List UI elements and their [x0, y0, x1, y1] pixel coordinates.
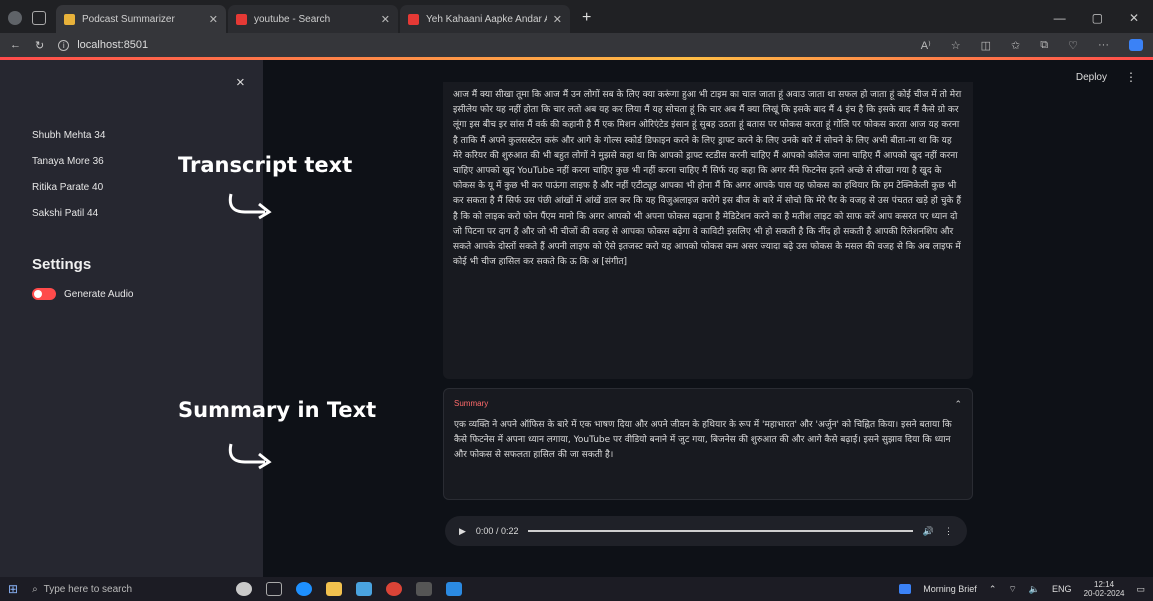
- tab-label: Podcast Summarizer: [82, 13, 175, 25]
- sidebar-item-tanaya: Tanaya More 36: [32, 156, 104, 167]
- play-icon[interactable]: ▶: [459, 526, 466, 537]
- close-sidebar-icon[interactable]: ×: [236, 74, 245, 91]
- chrome-icon[interactable]: [386, 582, 403, 596]
- search-icon: ⌕: [32, 583, 38, 595]
- maximize-icon[interactable]: ▢: [1092, 11, 1103, 25]
- lang-indicator[interactable]: ENG: [1052, 584, 1072, 594]
- edge-icon[interactable]: [296, 582, 313, 596]
- store-icon[interactable]: [356, 582, 373, 596]
- url-field[interactable]: i localhost:8501: [58, 39, 148, 51]
- sidebar: × Shubh Mehta 34 Tanaya More 36 Ritika P…: [0, 60, 263, 577]
- tab-label: Yeh Kahaani Aapke Andar Aag L...: [426, 13, 547, 25]
- url-text: localhost:8501: [77, 39, 149, 51]
- read-aloud-icon[interactable]: A⁾: [921, 39, 931, 52]
- youtube-favicon-icon: [408, 13, 419, 25]
- browser-profile-icon[interactable]: [8, 11, 22, 25]
- tab-podcast-summarizer[interactable]: Podcast Summarizer ✕: [56, 5, 226, 33]
- more-options-icon[interactable]: ···: [1098, 39, 1109, 52]
- browser-tab-strip: Podcast Summarizer ✕ youtube - Search ✕ …: [0, 0, 1153, 33]
- close-window-icon[interactable]: ✕: [1129, 11, 1139, 25]
- extensions-icon[interactable]: ♡: [1068, 39, 1078, 52]
- sidebar-item-shubh: Shubh Mehta 34: [32, 130, 106, 141]
- sidebar-item-ritika: Ritika Parate 40: [32, 182, 104, 193]
- clock-date: 20-02-2024: [1083, 589, 1125, 598]
- task-view-icon[interactable]: [266, 582, 283, 596]
- summary-heading: Summary: [454, 399, 489, 408]
- new-tab-button[interactable]: +: [572, 9, 601, 33]
- main-content: Deploy ⋮ आज मैं क्या सीखा तूमा कि आज मैं…: [263, 60, 1153, 577]
- close-tab-icon[interactable]: ✕: [381, 13, 390, 26]
- summary-text: एक व्यक्ति ने अपने ऑफिस के बारे में एक भ…: [454, 420, 952, 461]
- collapse-icon[interactable]: ⌃: [954, 399, 962, 410]
- deploy-button[interactable]: Deploy: [1076, 72, 1107, 83]
- youtube-favicon-icon: [236, 13, 247, 25]
- summary-arrow-icon: [228, 443, 272, 470]
- file-explorer-icon[interactable]: [326, 582, 343, 596]
- volume-icon[interactable]: 🔊: [923, 526, 934, 537]
- window-controls: — ▢ ✕: [1054, 11, 1153, 33]
- toolbar-icons: A⁾ ☆ ◫ ✩ ⧉ ♡ ···: [921, 38, 1143, 52]
- summary-expander: Summary ⌃ एक व्यक्ति ने अपने ऑफिस के बार…: [443, 388, 973, 500]
- transcript-text: आज मैं क्या सीखा तूमा कि आज मैं उन लोगों…: [453, 90, 962, 268]
- audio-time: 0:00 / 0:22: [475, 526, 519, 536]
- vscode-icon[interactable]: [446, 582, 463, 596]
- address-bar: ← ↻ i localhost:8501 A⁾ ☆ ◫ ✩ ⧉ ♡ ···: [0, 33, 1153, 57]
- clock[interactable]: 12:14 20-02-2024: [1084, 580, 1125, 598]
- sidebar-item-sakshi: Sakshi Patil 44: [32, 208, 99, 219]
- split-screen-icon[interactable]: ◫: [981, 39, 991, 52]
- reload-icon[interactable]: ↻: [35, 39, 44, 52]
- minimize-icon[interactable]: —: [1054, 11, 1066, 25]
- search-placeholder: Type here to search: [43, 583, 133, 595]
- favorites-icon[interactable]: ✩: [1011, 39, 1020, 52]
- toggle-label: Generate Audio: [64, 288, 134, 300]
- system-tray: Morning Brief ⌃ ⌔ 🔈 ENG 12:14 20-02-2024…: [899, 580, 1145, 598]
- generate-audio-toggle[interactable]: Generate Audio: [32, 288, 134, 300]
- site-info-icon[interactable]: i: [58, 39, 70, 51]
- audio-progress-bar[interactable]: [528, 530, 913, 532]
- close-tab-icon[interactable]: ✕: [553, 13, 562, 26]
- tab-youtube-video[interactable]: Yeh Kahaani Aapke Andar Aag L... ✕: [400, 5, 570, 33]
- summary-header[interactable]: Summary ⌃: [454, 399, 962, 410]
- close-tab-icon[interactable]: ✕: [209, 13, 218, 26]
- summary-annotation-label: Summary in Text: [178, 398, 377, 422]
- toggle-switch[interactable]: [32, 288, 56, 300]
- audio-more-icon[interactable]: ⋮: [944, 526, 953, 537]
- transcript-arrow-icon: [228, 193, 272, 220]
- window-icons: [0, 11, 56, 33]
- volume-tray-icon[interactable]: 🔈: [1029, 584, 1040, 595]
- taskbar-search[interactable]: ⌕ Type here to search: [32, 584, 222, 595]
- tab-actions-icon[interactable]: [32, 11, 46, 25]
- tray-chevron-icon[interactable]: ⌃: [989, 584, 997, 595]
- terminal-icon[interactable]: [416, 582, 433, 596]
- transcript-box: आज मैं क्या सीखा तूमा कि आज मैं उन लोगों…: [443, 82, 973, 379]
- windows-taskbar: ⊞ ⌕ Type here to search Morning Brief ⌃ …: [0, 577, 1153, 601]
- transcript-annotation-label: Transcript text: [178, 153, 353, 177]
- favorite-star-icon[interactable]: ☆: [951, 39, 961, 52]
- main-menu-icon[interactable]: ⋮: [1125, 70, 1137, 84]
- back-icon[interactable]: ←: [10, 39, 21, 51]
- clock-time: 12:14: [1094, 580, 1115, 589]
- collections-icon[interactable]: ⧉: [1040, 39, 1048, 52]
- widgets-icon[interactable]: [236, 582, 253, 596]
- streamlit-favicon-icon: [64, 13, 75, 25]
- copilot-icon[interactable]: [1129, 38, 1143, 51]
- tab-youtube-search[interactable]: youtube - Search ✕: [228, 5, 398, 33]
- settings-heading: Settings: [32, 256, 92, 273]
- weather-label[interactable]: Morning Brief: [923, 584, 977, 594]
- tab-label: youtube - Search: [254, 13, 331, 25]
- audio-player: ▶ 0:00 / 0:22 🔊 ⋮: [445, 516, 967, 546]
- notification-icon[interactable]: ▭: [1136, 584, 1145, 595]
- windows-start-icon[interactable]: ⊞: [8, 582, 18, 596]
- network-icon[interactable]: ⌔: [1008, 584, 1016, 595]
- weather-icon: [899, 584, 912, 594]
